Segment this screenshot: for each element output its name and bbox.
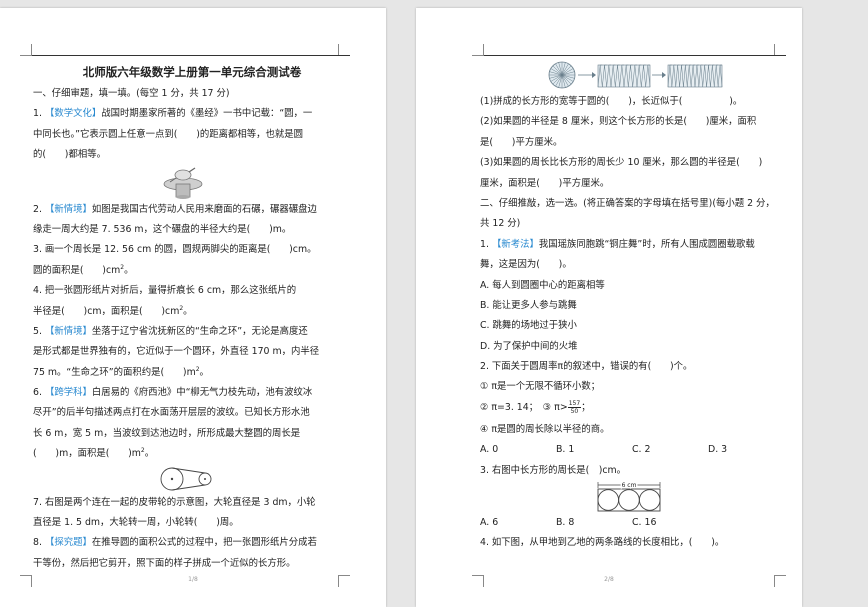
question-text: 缘走一周大约是 7. 536 m，这个碾盘的半径大约是( )m。 bbox=[33, 223, 292, 235]
question-7: 7. 右图是两个连在一起的皮带轮的示意图，大轮直径是 3 dm，小轮 bbox=[33, 496, 316, 508]
question-text: 75 m。“生命之环”的面积约是( )m2。 bbox=[33, 365, 209, 378]
question-text: 厘米，面积是( )平方厘米。 bbox=[480, 177, 610, 189]
question-tag: 【跨学科】 bbox=[44, 387, 92, 399]
option-c: C. 16 bbox=[632, 517, 657, 529]
page-2-content: (1)拼成的长方形的宽等于圆的( )，长近似于( )。 (2)如果圆的半径是 8… bbox=[480, 92, 790, 554]
dimension-label: 6 cm bbox=[622, 482, 637, 489]
options-row: A. 0 B. 1 C. 2 D. 3 bbox=[480, 440, 790, 460]
option-c: C. 跳舞的场地过于狭小 bbox=[480, 320, 577, 332]
statement: ① π是一个无限不循环小数； bbox=[480, 381, 601, 393]
question-text: 是形式都是世界独有的，它近似于一个圆环，外直径 170 m，内半径 bbox=[33, 346, 320, 358]
option-a: A. 0 bbox=[480, 444, 499, 456]
question-text: 干等份，然后把它剪开，照下面的样子拼成一个近似的长方形。 bbox=[33, 557, 296, 569]
question-text: 是( )平方厘米。 bbox=[480, 136, 563, 148]
question-tag: 【新情境】 bbox=[44, 325, 92, 337]
option-d: D. 为了保护中间的火堆 bbox=[480, 340, 578, 352]
choice-question-2: 2. 下面关于圆周率π的叙述中，错误的有( )个。 bbox=[480, 361, 693, 373]
document-page-2: (1)拼成的长方形的宽等于圆的( )，长近似于( )。 (2)如果圆的半径是 8… bbox=[416, 8, 802, 607]
fraction: 157 50 bbox=[567, 399, 582, 415]
question-tag: 【新情境】 bbox=[44, 203, 92, 215]
question-4: 4. 把一张圆形纸片对折后，量得折痕长 6 cm，那么这张纸片的 bbox=[33, 285, 297, 297]
question-5: 5. 【新情境】坐落于辽宁省沈抚新区的“生命之环”，无论是高度还 bbox=[33, 325, 308, 337]
header-rule bbox=[484, 55, 786, 56]
question-text: 直径是 1. 5 dm，大轮转一周，小轮转( )周。 bbox=[33, 517, 239, 529]
statement: ④ π是圆的周长除以半径的商。 bbox=[480, 423, 610, 435]
question-text: (1)拼成的长方形的宽等于圆的( )，长近似于( )。 bbox=[480, 96, 743, 107]
page-title: 北师版六年级数学上册第一单元综合测试卷 bbox=[82, 65, 302, 79]
option-c: C. 2 bbox=[632, 444, 651, 456]
section-heading: 一、仔细审题，填一填。(每空 1 分，共 17 分) bbox=[33, 88, 230, 99]
crop-mark bbox=[472, 44, 484, 56]
statement: ② π=3. 14； ③ π> 157 50； bbox=[480, 399, 591, 415]
page-number: 2/8 bbox=[604, 576, 614, 583]
belt-pulley-figure bbox=[33, 465, 351, 493]
question-text: (3)如果圆的周长比长方形的周长少 10 厘米，那么圆的半径是( ) bbox=[480, 157, 763, 169]
option-b: B. 1 bbox=[556, 444, 575, 456]
option-d: D. 3 bbox=[708, 444, 728, 456]
question-text: 的( )都相等。 bbox=[33, 149, 106, 161]
circle-to-rectangle-figure bbox=[546, 60, 726, 90]
question-text: 半径是( )cm，面积是( )cm2。 bbox=[33, 304, 193, 317]
option-b: B. 能让更多人参与跳舞 bbox=[480, 299, 577, 311]
question-text: 长 6 m，宽 5 m，当波纹到达池边时，所形成最大整圆的周长是 bbox=[33, 427, 301, 439]
question-tag: 【新考法】 bbox=[491, 238, 539, 250]
choice-question-4: 4. 如下图，从甲地到乙地的两条路线的长度相比，( )。 bbox=[480, 537, 725, 549]
question-text: (2)如果圆的半径是 8 厘米，则这个长方形的长是( )厘米，面积 bbox=[480, 116, 757, 128]
question-tag: 【探究题】 bbox=[44, 537, 92, 549]
option-a: A. 每人到圆圈中心的距离相等 bbox=[480, 279, 605, 291]
question-text: 舞，这是因为( )。 bbox=[480, 259, 572, 271]
question-text: 圆的面积是( )cm2。 bbox=[33, 263, 134, 276]
question-3: 3. 画一个周长是 12. 56 cm 的圆，圆规两脚尖的距离是( )cm。 bbox=[33, 244, 317, 256]
page-1-content: 北师版六年级数学上册第一单元综合测试卷 一、仔细审题，填一填。(每空 1 分，共… bbox=[33, 60, 351, 574]
option-b: B. 8 bbox=[556, 517, 575, 529]
millstone-figure bbox=[33, 166, 351, 200]
section-heading: 二、仔细推敲，选一选。(将正确答案的字母填在括号里)(每小题 2 分， bbox=[480, 197, 775, 209]
question-text: 尽开”的后半句描述两点打在水面荡开层层的波纹。已知长方形水池 bbox=[33, 407, 310, 419]
section-heading: 共 12 分) bbox=[480, 218, 521, 230]
choice-question-1: 1. 【新考法】我国瑶族同胞跳“铜庄舞”时，所有人围成圆圈载歌载 bbox=[480, 238, 755, 250]
options-row: A. 6 B. 8 C. 16 bbox=[480, 513, 790, 533]
question-1: 1. 【数学文化】战国时期墨家所著的《墨经》一书中记载：“圆，一 bbox=[33, 108, 313, 120]
header-rule bbox=[32, 55, 350, 56]
three-circles-rectangle-figure: 6 cm bbox=[480, 481, 790, 513]
question-2: 2. 【新情境】如图是我国古代劳动人民用来磨面的石碾，碾器碾盘边 bbox=[33, 203, 317, 215]
question-tag: 【数学文化】 bbox=[44, 108, 102, 120]
document-page-1: 北师版六年级数学上册第一单元综合测试卷 一、仔细审题，填一填。(每空 1 分，共… bbox=[0, 8, 386, 607]
question-6: 6. 【跨学科】白居易的《府西池》中“柳无气力枝先动，池有波纹冰 bbox=[33, 387, 313, 399]
question-text: ( )m，面积是( )m2。 bbox=[33, 447, 155, 460]
question-8: 8. 【探究题】在推导圆的面积公式的过程中，把一张圆形纸片分成若 bbox=[33, 537, 317, 549]
page-number: 1/8 bbox=[188, 576, 198, 583]
choice-question-3: 3. 右图中长方形的周长是( )cm。 bbox=[480, 464, 627, 476]
crop-mark bbox=[20, 44, 32, 56]
question-text: 中同长也。”它表示圆上任意一点到( )的距离都相等，也就是圆 bbox=[33, 128, 303, 140]
option-a: A. 6 bbox=[480, 517, 499, 529]
